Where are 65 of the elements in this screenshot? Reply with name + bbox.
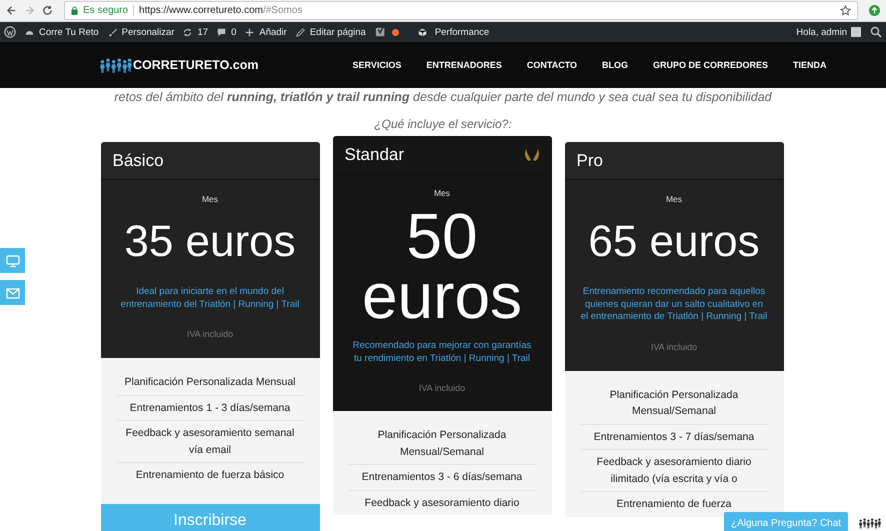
section-question: ¿Qué incluye el servicio?:	[374, 117, 512, 131]
feature-item: Feedback y asesoramiento semanal vía email	[116, 420, 304, 462]
nav-link[interactable]: SERVICIOS	[352, 60, 402, 70]
admin-bar-item[interactable]: Corre Tu Reto	[25, 26, 99, 38]
billing-period: Mes	[666, 194, 682, 204]
billing-period: Mes	[434, 188, 450, 198]
comment-icon	[217, 28, 226, 36]
nav-link[interactable]: TIENDA	[793, 60, 827, 70]
feature-item: Planificación Personalizada Mensual/Semanal	[376, 428, 508, 460]
plan-description: Entrenamiento recomendado para aquellos quienes quieran dar un salto cualitativo en el entrenamiento de Triatlón | Running | Trail	[580, 286, 768, 324]
nav-link[interactable]: ENTRENADORES	[426, 60, 502, 70]
feature-item: Entrenamientos 1 - 3 días/semana	[116, 394, 304, 420]
tax-note: IVA incluido	[650, 342, 698, 352]
monitor-icon	[6, 254, 20, 266]
extension-icon[interactable]	[869, 5, 880, 16]
site-logo[interactable]: CORRETURETO.com	[100, 56, 258, 74]
pencil-icon	[296, 28, 305, 36]
plan-price: 35 euros	[124, 216, 296, 268]
tax-note: IVA incluido	[418, 383, 466, 393]
plus-icon	[245, 28, 254, 36]
billing-period: Mes	[202, 194, 218, 204]
feature-item: Entrenamiento de fuerza básico	[116, 462, 304, 488]
admin-bar-item[interactable]: 0	[217, 26, 236, 38]
laurel-icon	[524, 148, 540, 162]
back-icon[interactable]	[6, 5, 17, 16]
nav-link[interactable]: CONTACTO	[526, 60, 578, 70]
status-dot	[392, 28, 399, 36]
plan-name: Pro	[576, 150, 603, 170]
feature-item: Entrenamientos 3 - 7 días/semana	[580, 424, 768, 449]
admin-bar-item[interactable]: Editar página	[296, 26, 366, 38]
plan-price: 65 euros	[588, 216, 760, 268]
admin-bar-item[interactable]: Añadir	[245, 26, 287, 38]
refresh-icon	[183, 28, 192, 36]
cube-icon	[418, 28, 427, 36]
security-label: Es seguro	[83, 5, 134, 16]
admin-bar-item[interactable]: Personalizar	[108, 26, 174, 38]
runners-icon	[859, 517, 882, 529]
admin-bar-item[interactable]: 17	[183, 26, 208, 38]
brush-icon	[108, 28, 117, 36]
wordpress-icon[interactable]	[4, 26, 16, 38]
lock-icon	[71, 6, 78, 15]
nav-link[interactable]: GRUPO DE CORREDORES	[653, 60, 768, 70]
feature-item: Feedback y asesoramiento diario	[348, 490, 536, 515]
envelope-icon	[6, 286, 20, 298]
search-icon[interactable]	[870, 26, 882, 38]
nav-link[interactable]: BLOG	[602, 60, 628, 70]
account-greeting[interactable]: Hola, admin	[796, 26, 847, 38]
plan-name: Básico	[112, 150, 164, 170]
admin-bar-item[interactable]: Performance	[408, 26, 490, 38]
plan-description: Recomendado para mejorar con garantías tu rendimiento en Triatlón | Running | Trail	[352, 340, 532, 365]
star-icon[interactable]	[840, 5, 851, 16]
intro-text: retos del ámbito del running, triatlón y trail running desde cualquier parte del mundo y sea cual sea tu disponibilidad	[114, 90, 772, 104]
runners-icon	[100, 56, 132, 74]
tax-note: IVA incluido	[186, 329, 234, 339]
feature-item: Planificación Personalizada Mensual/Semanal	[608, 388, 740, 419]
feature-item: Feedback y asesoramiento diario ilimitado (vía escrita y vía o	[580, 449, 768, 491]
feature-item: Entrenamientos 3 - 6 días/semana	[348, 464, 536, 490]
plan-name: Standar	[344, 144, 404, 164]
seo-plugin-icon[interactable]	[374, 26, 387, 38]
url-text: https://www.corretureto.com/#Somos	[139, 5, 304, 16]
plan-price: 50 euros	[360, 206, 524, 326]
reload-icon[interactable]	[42, 5, 53, 16]
feature-item: Planificación Personalizada Mensual	[124, 375, 297, 390]
address-bar[interactable]: Es seguro https://www.corretureto.com/#Somos	[64, 1, 858, 20]
plan-description: Ideal para iniciarte en el mundo del entrenamiento del Triatlón | Running | Trail	[120, 286, 300, 311]
